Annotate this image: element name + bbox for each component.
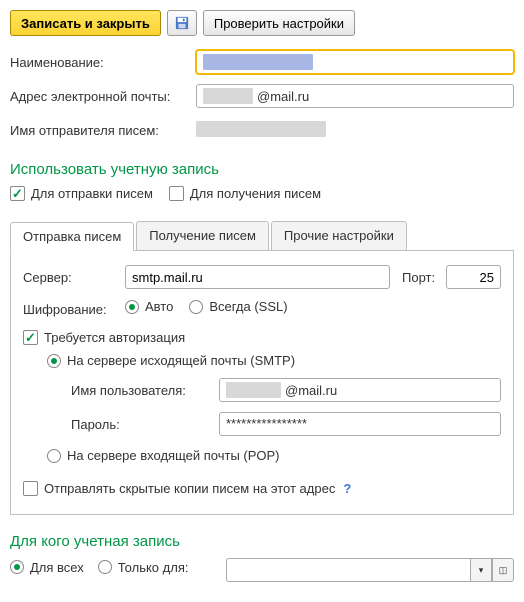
email-suffix: @mail.ru (257, 89, 309, 104)
only-for-dropdown-button[interactable]: ▾ (470, 558, 492, 582)
bcc-checkbox[interactable] (23, 481, 38, 496)
password-value: **************** (226, 416, 307, 431)
tab-send[interactable]: Отправка писем (10, 222, 134, 251)
only-for-open-button[interactable]: ◫ (492, 558, 514, 582)
tab-send-pane: Сервер: Порт: Шифрование: Авто Всегда (S… (10, 251, 514, 515)
use-account-header: Использовать учетную запись (10, 161, 514, 178)
server-label: Сервер: (23, 270, 119, 285)
sender-value (196, 121, 326, 137)
enc-auto-radio[interactable] (125, 300, 139, 314)
password-input[interactable]: **************** (219, 412, 501, 436)
save-button[interactable] (167, 10, 197, 36)
name-input[interactable] (196, 50, 514, 74)
for-receive-checkbox[interactable] (169, 186, 184, 201)
auth-required-label: Требуется авторизация (44, 330, 185, 345)
tab-receive[interactable]: Получение писем (136, 221, 269, 250)
encryption-label: Шифрование: (23, 302, 119, 317)
only-for-radio[interactable] (98, 560, 112, 574)
email-input[interactable]: @mail.ru (196, 84, 514, 108)
username-input[interactable]: @mail.ru (219, 378, 501, 402)
help-icon[interactable]: ? (343, 481, 351, 496)
auth-pop-radio[interactable] (47, 449, 61, 463)
auth-pop-label: На сервере входящей почты (POP) (67, 448, 280, 463)
for-all-radio[interactable] (10, 560, 24, 574)
bcc-label: Отправлять скрытые копии писем на этот а… (44, 481, 335, 496)
enc-ssl-radio[interactable] (189, 300, 203, 314)
port-input[interactable] (446, 265, 501, 289)
username-label: Имя пользователя: (71, 383, 211, 398)
save-and-close-button[interactable]: Записать и закрыть (10, 10, 161, 36)
for-receive-label: Для получения писем (190, 186, 321, 201)
server-input[interactable] (125, 265, 390, 289)
name-label: Наименование: (10, 55, 190, 70)
tab-other[interactable]: Прочие настройки (271, 221, 407, 250)
auth-smtp-label: На сервере исходящей почты (SMTP) (67, 353, 295, 368)
for-send-label: Для отправки писем (31, 186, 153, 201)
open-icon: ◫ (499, 565, 508, 576)
chevron-down-icon: ▾ (479, 565, 484, 576)
password-label: Пароль: (71, 417, 211, 432)
for-all-label: Для всех (30, 560, 84, 575)
enc-ssl-label: Всегда (SSL) (209, 299, 287, 314)
check-settings-button[interactable]: Проверить настройки (203, 10, 355, 36)
sender-label: Имя отправителя писем: (10, 123, 190, 138)
email-label: Адрес электронной почты: (10, 89, 190, 104)
tabs: Отправка писем Получение писем Прочие на… (10, 221, 514, 251)
auth-smtp-radio[interactable] (47, 354, 61, 368)
only-for-input[interactable] (226, 558, 470, 582)
username-suffix: @mail.ru (285, 383, 337, 398)
only-for-label: Только для: (118, 560, 189, 575)
for-send-checkbox[interactable] (10, 186, 25, 201)
for-whom-header: Для кого учетная запись (10, 533, 514, 550)
port-label: Порт: (402, 270, 440, 285)
auth-required-checkbox[interactable] (23, 330, 38, 345)
floppy-icon (175, 16, 189, 30)
enc-auto-label: Авто (145, 299, 173, 314)
